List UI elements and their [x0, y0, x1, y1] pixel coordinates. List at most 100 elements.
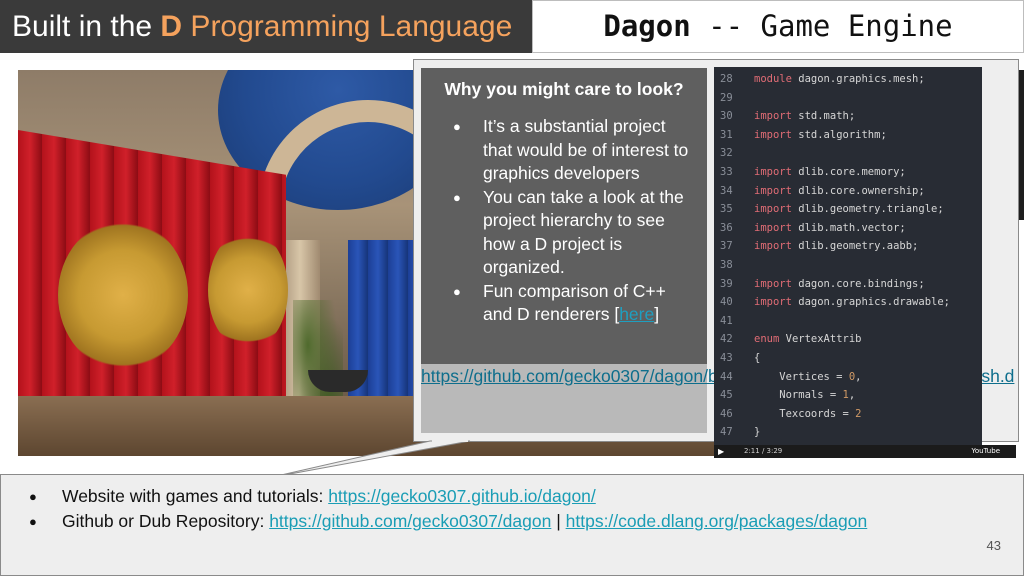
line-number: 35 — [720, 203, 733, 216]
line-number: 29 — [720, 91, 733, 104]
code-keyword: import — [754, 240, 792, 253]
line-number: 28 — [720, 73, 733, 85]
resources-box: Website with games and tutorials: https:… — [0, 474, 1024, 576]
scene-medallion-left — [58, 220, 188, 370]
code-number: 2 — [855, 407, 862, 420]
code-keyword: import — [754, 221, 792, 234]
code-line: 37 import dlib.geometry.aabb; — [714, 237, 982, 256]
dub-link[interactable]: https://code.dlang.org/packages/dagon — [566, 511, 868, 531]
code-text: dlib.core.ownership; — [791, 184, 925, 197]
code-text: { — [754, 351, 761, 364]
code-text: dagon.graphics.mesh; — [791, 73, 925, 85]
link-separator: | — [551, 511, 566, 531]
code-keyword: import — [754, 277, 792, 290]
line-number: 38 — [720, 258, 733, 271]
line-number: 32 — [720, 147, 733, 160]
code-line: 34 import dlib.core.ownership; — [714, 182, 982, 201]
comparison-bracket: ] — [654, 304, 660, 324]
line-number: 33 — [720, 165, 733, 178]
code-text: std.algorithm; — [791, 128, 887, 141]
code-line: 30 import std.math; — [714, 107, 982, 126]
code-text: dagon.core.bindings; — [791, 277, 925, 290]
title-prefix: Built in the — [12, 10, 161, 43]
code-line: 45 Normals = 1, — [714, 386, 982, 405]
why-care-box: Why you might care to look? It’s a subst… — [421, 68, 707, 364]
engine-subtitle: -- Game Engine — [690, 9, 953, 43]
code-text: VertexAttrib — [779, 333, 862, 346]
code-line: 31 import std.algorithm; — [714, 126, 982, 145]
line-number: 37 — [720, 240, 733, 253]
why-care-heading: Why you might care to look? — [444, 79, 684, 99]
code-line: 32 — [714, 144, 982, 163]
line-number: 41 — [720, 314, 733, 327]
scene-medallion-right — [208, 230, 288, 350]
slide-title: Built in the D Programming Language — [0, 0, 532, 53]
code-line: 47} — [714, 423, 982, 442]
source-link-box: https://github.com/gecko0307/dagon/blob/… — [421, 364, 1014, 433]
why-care-item-1: It’s a substantial project that would be… — [453, 115, 695, 186]
repository-label: Github or Dub Repository: — [62, 511, 270, 531]
line-number: 40 — [720, 296, 733, 309]
code-line: 28 module dagon.graphics.mesh; — [714, 70, 982, 89]
code-keyword: import — [754, 165, 792, 178]
website-label: Website with games and tutorials: — [62, 486, 329, 506]
line-number: 46 — [720, 407, 733, 420]
title-d-letter: D — [160, 10, 183, 43]
line-number: 30 — [720, 110, 733, 123]
engine-name: Dagon — [603, 9, 691, 43]
code-keyword: import — [754, 110, 792, 123]
website-link[interactable]: https://gecko0307.github.io/dagon/ — [328, 486, 596, 506]
line-number: 34 — [720, 184, 733, 197]
engine-title: Dagon -- Game Engine — [532, 0, 1024, 53]
code-keyword: module — [754, 73, 792, 85]
code-line: 41 — [714, 312, 982, 331]
title-suffix: Programming Language — [182, 10, 513, 43]
page-number: 43 — [986, 538, 1001, 553]
why-care-item-3: Fun comparison of C++ and D renderers [h… — [453, 280, 695, 327]
code-line: 29 — [714, 89, 982, 108]
code-keyword: import — [754, 184, 792, 197]
code-text: std.math; — [791, 110, 856, 123]
code-text: dlib.geometry.triangle; — [791, 203, 944, 216]
why-care-item-2: You can take a look at the project hiera… — [453, 186, 695, 280]
repository-item: Github or Dub Repository: https://github… — [29, 509, 1023, 534]
line-number: 31 — [720, 128, 733, 141]
code-text: } — [754, 426, 761, 439]
code-line: 33 import dlib.core.memory; — [714, 163, 982, 182]
code-line: 38 — [714, 256, 982, 275]
code-line: 44 Vertices = 0, — [714, 368, 982, 387]
line-number: 42 — [720, 333, 733, 346]
website-item: Website with games and tutorials: https:… — [29, 484, 1023, 509]
code-line: 46 Texcoords = 2 — [714, 405, 982, 424]
code-line: 40 import dagon.graphics.drawable; — [714, 293, 982, 312]
code-text: dlib.core.memory; — [791, 165, 906, 178]
code-text: dlib.geometry.aabb; — [791, 240, 919, 253]
why-care-list: It’s a substantial project that would be… — [433, 115, 695, 327]
line-number: 36 — [720, 221, 733, 234]
code-editor: 28 module dagon.graphics.mesh; 29 30 import … — [714, 67, 982, 445]
play-icon[interactable]: ▶ — [718, 445, 724, 458]
video-time: 2:11 / 3:29 — [744, 447, 783, 455]
code-text: dlib.math.vector; — [791, 221, 906, 234]
code-text: Normals = 1, — [754, 389, 856, 402]
line-number: 44 — [720, 370, 733, 383]
line-number: 45 — [720, 389, 733, 402]
code-line: 42 enum VertexAttrib — [714, 330, 982, 349]
code-line: 36 import dlib.math.vector; — [714, 219, 982, 238]
comparison-here-link[interactable]: here — [619, 304, 654, 324]
code-keyword: import — [754, 203, 792, 216]
code-text: Texcoords = 2 — [754, 407, 862, 420]
code-keyword: enum — [754, 333, 780, 346]
code-line: 39 import dagon.core.bindings; — [714, 275, 982, 294]
code-text: Vertices = 0, — [754, 370, 862, 383]
line-number: 39 — [720, 277, 733, 290]
resources-list: Website with games and tutorials: https:… — [1, 475, 1023, 534]
code-text: dagon.graphics.drawable; — [791, 296, 950, 309]
video-controls: ▶ 2:11 / 3:29 YouTube — [714, 445, 1016, 458]
code-line: 35 import dlib.geometry.triangle; — [714, 200, 982, 219]
github-link[interactable]: https://github.com/gecko0307/dagon — [269, 511, 551, 531]
code-keyword: import — [754, 128, 792, 141]
line-number: 43 — [720, 351, 733, 364]
youtube-logo[interactable]: YouTube — [972, 445, 1000, 458]
code-line: 43 { — [714, 349, 982, 368]
